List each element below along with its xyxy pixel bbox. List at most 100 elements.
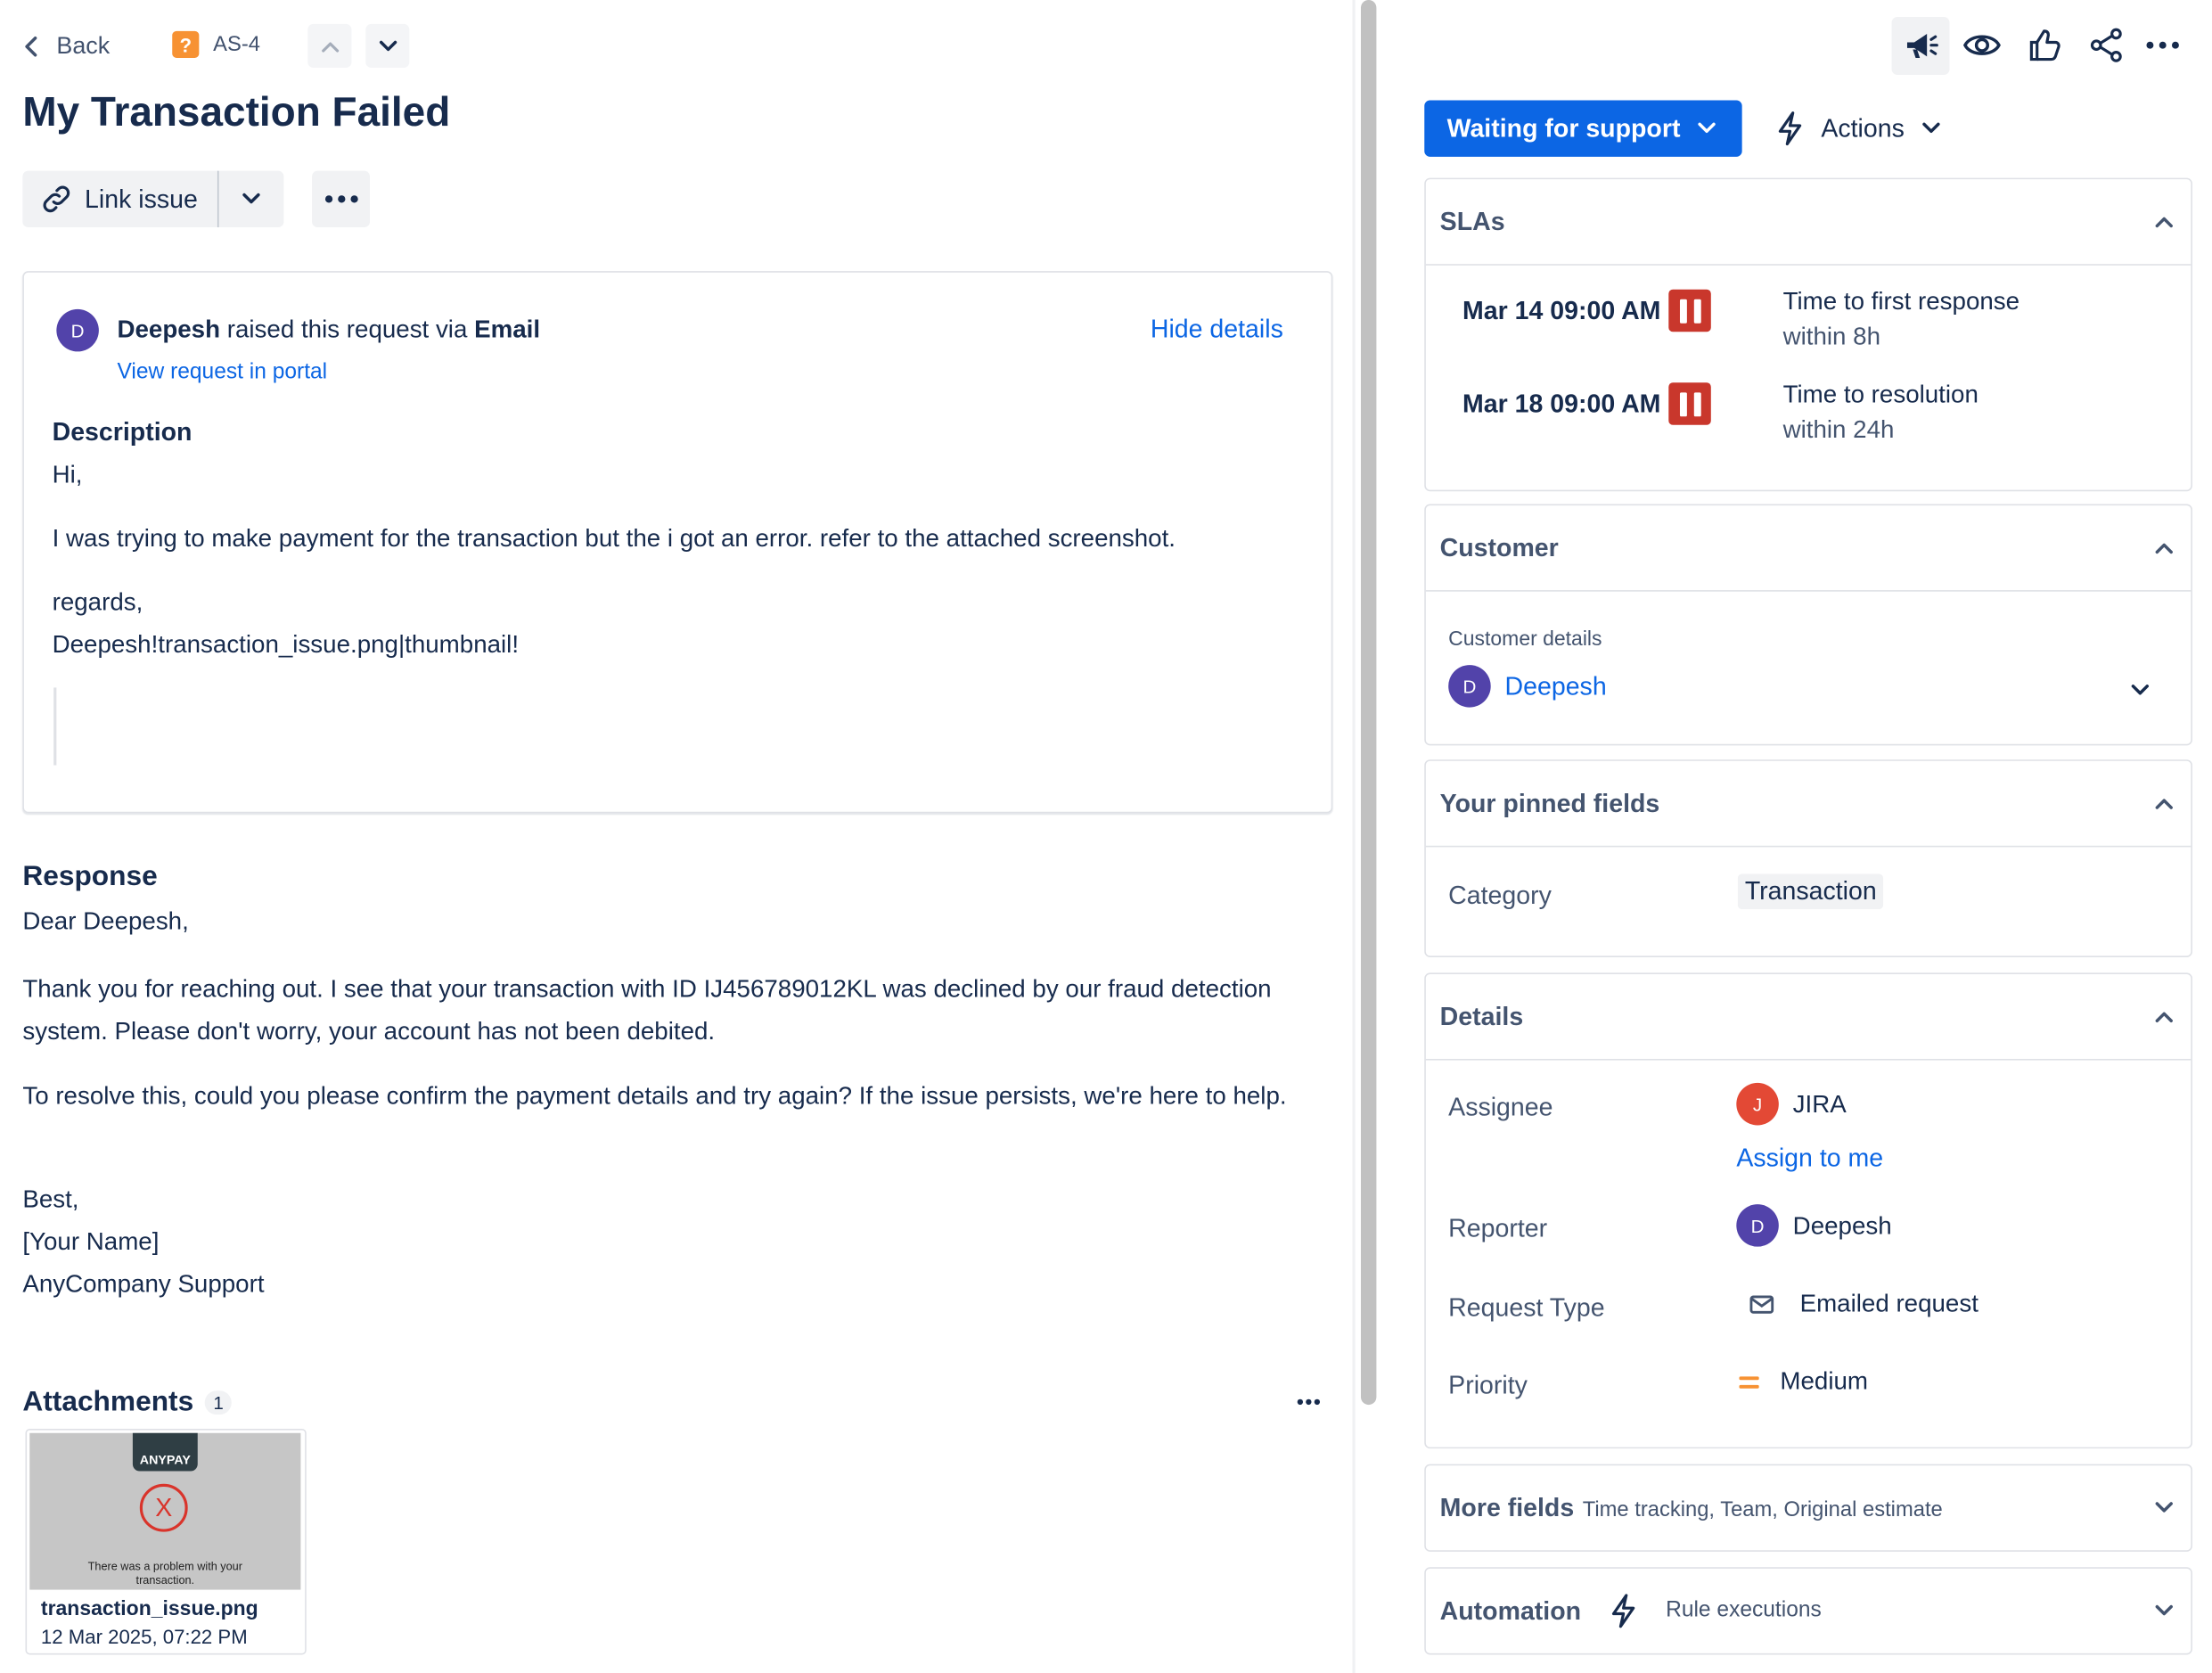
more-fields-header[interactable]: More fields Time tracking, Team, Origina… <box>1426 1465 2192 1550</box>
sla-target: within 24h <box>1782 414 1895 444</box>
more-options-button[interactable] <box>2144 31 2181 67</box>
response-signoff: Best, <box>22 1184 79 1213</box>
pinned-fields-heading: Your pinned fields <box>1439 788 1660 817</box>
share-icon <box>2088 27 2125 63</box>
attachment-date: 12 Mar 2025, 07:22 PM <box>40 1625 248 1648</box>
link-issue-button-group[interactable]: Link issue <box>22 170 284 228</box>
eye-icon <box>1962 29 2002 62</box>
priority-value: Medium <box>1780 1366 1869 1395</box>
attachment-card[interactable]: ANYPAY X There was a problem with your t… <box>25 1429 307 1655</box>
details-heading: Details <box>1439 1001 1524 1030</box>
customer-expand-button[interactable] <box>2130 679 2150 705</box>
status-label: Waiting for support <box>1446 113 1681 143</box>
previous-issue-button[interactable] <box>307 23 352 69</box>
automation-header[interactable]: Automation Rule executions <box>1426 1569 2192 1653</box>
description-line: Deepesh!transaction_issue.png|thumbnail! <box>52 629 520 659</box>
response-paragraph: Thank you for reaching out. I see that y… <box>22 973 1272 1046</box>
chevron-down-icon <box>2130 684 2150 698</box>
more-horizontal-icon <box>323 193 359 205</box>
view-in-portal-link[interactable]: View request in portal <box>117 360 327 386</box>
question-mark-icon: ? <box>172 30 200 58</box>
more-fields-card[interactable]: More fields Time tracking, Team, Origina… <box>1424 1464 2192 1552</box>
slas-card: SLAs Mar 14 09:00 AM Time to first respo… <box>1424 177 2192 492</box>
assign-to-me-link[interactable]: Assign to me <box>1736 1144 1883 1173</box>
avatar: J <box>1736 1082 1779 1126</box>
reporter-name: Deepesh <box>1792 1210 1892 1239</box>
chevron-down-icon <box>378 39 397 53</box>
slas-header[interactable]: SLAs <box>1425 179 2192 266</box>
chevron-up-icon <box>2154 1010 2174 1024</box>
pinned-fields-card: Your pinned fields Category Transaction <box>1424 759 2192 957</box>
customer-header[interactable]: Customer <box>1425 505 2192 592</box>
response-greeting: Dear Deepesh, <box>22 906 189 935</box>
link-issue-dropdown[interactable] <box>219 171 284 227</box>
hide-details-link[interactable]: Hide details <box>1151 315 1283 344</box>
actions-label: Actions <box>1821 113 1905 143</box>
more-fields-title: More fields Time tracking, Team, Origina… <box>1440 1493 1943 1522</box>
more-fields-summary: Time tracking, Team, Original estimate <box>1582 1497 1943 1521</box>
avatar: D <box>1448 665 1491 708</box>
issue-key[interactable]: AS-4 <box>213 32 260 56</box>
automation-summary: Rule executions <box>1666 1598 1822 1623</box>
raised-text: raised this request via <box>226 315 468 343</box>
customer-row[interactable]: D Deepesh <box>1448 665 1607 708</box>
link-issue-button[interactable]: Link issue <box>22 170 219 228</box>
chevron-down-icon <box>242 192 261 206</box>
pinned-fields-header[interactable]: Your pinned fields <box>1425 761 2192 848</box>
description-heading: Description <box>52 417 193 447</box>
priority-field[interactable]: Medium <box>1738 1366 1868 1396</box>
watch-button[interactable] <box>1962 29 2002 70</box>
pause-icon <box>1668 382 1712 425</box>
quote-bar <box>53 687 57 766</box>
chevron-up-icon <box>320 39 340 53</box>
reporter-label: Reporter <box>1448 1214 1548 1242</box>
chevron-up-icon <box>2154 541 2174 555</box>
request-type-value: Emailed request <box>1799 1289 1979 1317</box>
more-actions-button[interactable] <box>312 170 371 228</box>
issue-key-breadcrumb[interactable]: ? AS-4 <box>172 30 260 58</box>
vote-button[interactable] <box>2028 27 2064 70</box>
status-dropdown[interactable]: Waiting for support <box>1424 100 1742 157</box>
customer-details-label: Customer details <box>1448 627 1602 652</box>
request-channel: Email <box>474 315 541 343</box>
share-button[interactable] <box>2088 27 2125 70</box>
automation-card[interactable]: Automation Rule executions <box>1424 1567 2192 1655</box>
automation-title: Automation Rule executions <box>1440 1593 1822 1629</box>
megaphone-icon <box>1902 29 1938 62</box>
request-origin-line: Deepesh raised this request via Email <box>117 315 540 344</box>
issue-title[interactable]: My Transaction Failed <box>22 90 450 136</box>
sla-due-date: Mar 14 09:00 AM <box>1462 295 1661 324</box>
attachments-count-badge: 1 <box>204 1390 233 1415</box>
description-line: I was trying to make payment for the tra… <box>52 523 1176 553</box>
error-icon: X <box>139 1483 188 1532</box>
attachments-more-button[interactable] <box>1295 1388 1323 1423</box>
sla-target: within 8h <box>1782 322 1881 350</box>
more-fields-heading: More fields <box>1439 1493 1575 1521</box>
scrollbar-thumb[interactable] <box>1360 0 1377 1406</box>
chevron-up-icon <box>2154 796 2174 810</box>
chevron-down-icon <box>2154 1603 2174 1618</box>
more-horizontal-icon <box>2144 31 2181 60</box>
assignee-field[interactable]: J JIRA <box>1736 1082 1847 1126</box>
details-card: Details Assignee J JIRA Assign to me Rep… <box>1424 972 2192 1449</box>
back-button[interactable]: Back <box>22 29 110 65</box>
response-paragraph: To resolve this, could you please confir… <box>22 1081 1287 1111</box>
details-header[interactable]: Details <box>1425 974 2192 1061</box>
customer-name-link[interactable]: Deepesh <box>1505 671 1607 701</box>
lightning-icon <box>1610 1593 1638 1629</box>
attachment-thumbnail[interactable]: ANYPAY X There was a problem with your t… <box>29 1432 301 1590</box>
category-value[interactable]: Transaction <box>1737 873 1884 910</box>
next-issue-button[interactable] <box>365 23 410 69</box>
chevron-down-icon <box>1697 121 1716 135</box>
attachments-heading: Attachments <box>22 1386 194 1418</box>
feedback-button[interactable] <box>1891 17 1950 75</box>
avatar[interactable]: D <box>56 308 99 352</box>
thumbs-up-icon <box>2028 27 2064 63</box>
actions-dropdown[interactable]: Actions <box>1776 111 1941 147</box>
reporter-field[interactable]: D Deepesh <box>1736 1204 1892 1247</box>
request-type-field[interactable]: Emailed request <box>1749 1289 1979 1318</box>
envelope-icon <box>1749 1294 1775 1314</box>
reporter-name[interactable]: Deepesh <box>117 315 220 343</box>
request-details-panel: D Deepesh raised this request via Email … <box>22 271 1333 814</box>
lightning-icon <box>1776 111 1805 147</box>
